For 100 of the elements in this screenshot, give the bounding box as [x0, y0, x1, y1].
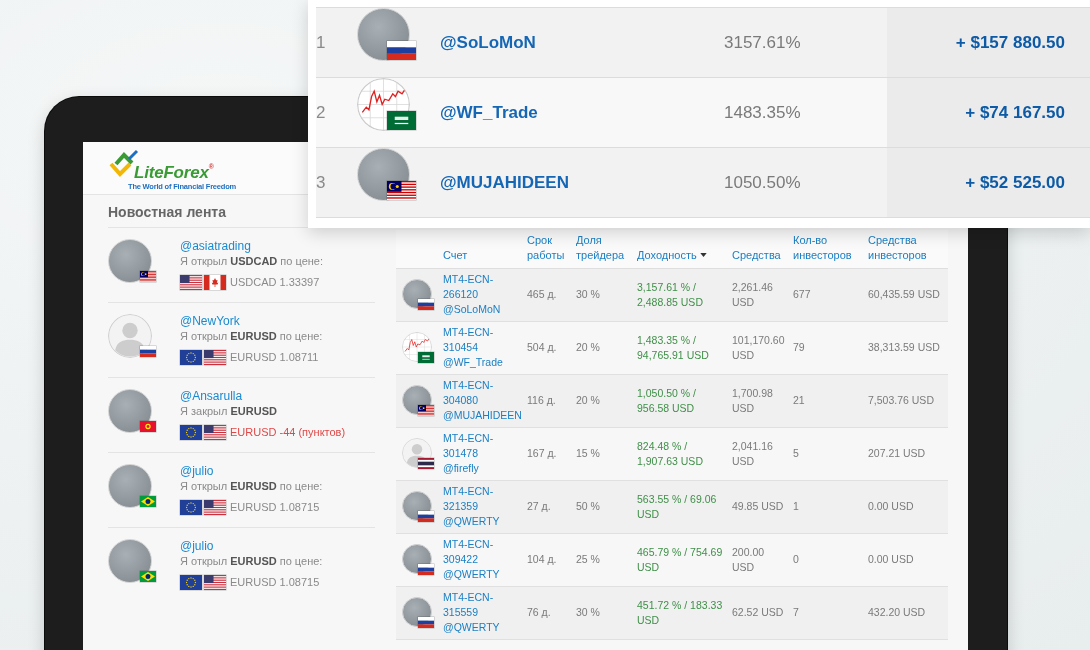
table-cell: 167 д.	[522, 427, 571, 480]
us-flag-icon	[180, 275, 202, 290]
username-link[interactable]: @MUJAHIDEEN	[440, 172, 569, 193]
russian-flag-icon	[418, 617, 434, 628]
avatar-placeholder	[108, 389, 152, 433]
table-cell: 465.79 % / 754.69 USD	[632, 533, 727, 586]
column-header[interactable]: Средства	[732, 247, 781, 263]
trade-action-text: Я открыл USDCAD по цене:	[180, 254, 324, 269]
username-link[interactable]: @julio	[180, 464, 214, 479]
avatar-placeholder	[108, 539, 152, 583]
column-header[interactable]: Доходность	[637, 247, 707, 263]
trade-result-text: EURUSD 1.08711	[230, 350, 319, 365]
table-cell: 0.00 USD	[863, 480, 948, 533]
account-link[interactable]: MT4-ECN-301478	[443, 431, 513, 461]
rank-number: 3	[316, 172, 326, 193]
table-cell: 7,503.76 USD	[863, 374, 948, 427]
username-link[interactable]: @firefly	[443, 461, 479, 476]
username-link[interactable]: @julio	[180, 539, 214, 554]
column-header[interactable]: Счет	[443, 247, 468, 263]
column-header[interactable]: Доля трейдера	[576, 232, 632, 263]
column-header[interactable]: Средства инвесторов	[868, 232, 948, 263]
table-cell: 30 %	[571, 586, 632, 639]
saudi-flag-icon	[387, 111, 416, 130]
account-link[interactable]: MT4-ECN-266120	[443, 272, 513, 302]
brazilian-flag-icon	[140, 496, 156, 507]
table-cell: 0.00 USD	[863, 533, 948, 586]
us-flag-icon	[204, 425, 226, 440]
saudi-flag-icon	[418, 352, 434, 363]
table-cell: 824.48 % / 1,907.63 USD	[632, 427, 727, 480]
table-cell: 20 %	[571, 321, 632, 374]
username-link[interactable]: @MUJAHIDEEN	[443, 408, 522, 423]
username-link[interactable]: @QWERTY	[443, 620, 500, 635]
trade-result-text: USDCAD 1.33397	[230, 275, 320, 290]
account-link[interactable]: MT4-ECN-321359	[443, 484, 513, 514]
table-cell: 451.72 % / 183.33 USD	[632, 586, 727, 639]
username-link[interactable]: @SoLoMoN	[443, 302, 501, 317]
username-link[interactable]: @WF_Trade	[443, 355, 503, 370]
table-cell: 15 %	[571, 427, 632, 480]
account-link[interactable]: MT4-ECN-309422	[443, 537, 513, 567]
return-percent: 1483.35%	[724, 102, 801, 123]
table-cell: 20 %	[571, 374, 632, 427]
malaysian-flag-icon	[387, 181, 416, 200]
profit-cell: + $157 880.50	[887, 8, 1090, 77]
table-cell: 49.85 USD	[727, 480, 788, 533]
table-cell: 2,261.46 USD	[727, 268, 788, 321]
table-cell: 62.52 USD	[727, 586, 788, 639]
trade-action-text: Я открыл EURUSD по цене:	[180, 329, 323, 344]
table-cell: 76 д.	[522, 586, 571, 639]
table-cell: 38,313.59 USD	[863, 321, 948, 374]
malaysian-flag-icon	[140, 271, 156, 282]
russian-flag-icon	[387, 41, 416, 60]
account-link[interactable]: MT4-ECN-304080	[443, 378, 513, 408]
sort-caret-icon	[699, 252, 707, 257]
table-cell: 677	[788, 268, 863, 321]
thai-flag-icon	[418, 458, 434, 469]
trade-result-text: EURUSD 1.08715	[230, 500, 320, 515]
russian-flag-icon	[418, 511, 434, 522]
profit-cell: + $52 525.00	[887, 148, 1090, 217]
username-link[interactable]: @Ansarulla	[180, 389, 243, 404]
column-header[interactable]: Срок работы	[527, 232, 571, 263]
account-link[interactable]: MT4-ECN-315559	[443, 590, 513, 620]
table-cell: 3,157.61 % / 2,488.85 USD	[632, 268, 727, 321]
table-cell: 200.00 USD	[727, 533, 788, 586]
account-link[interactable]: MT4-ECN-310454	[443, 325, 513, 355]
russian-flag-icon	[418, 564, 434, 575]
russian-flag-icon	[418, 299, 434, 310]
malaysian-flag-icon	[418, 405, 434, 416]
table-cell: 25 %	[571, 533, 632, 586]
table-cell: 1,050.50 % / 956.58 USD	[632, 374, 727, 427]
table-cell: 27 д.	[522, 480, 571, 533]
avatar-placeholder	[108, 239, 152, 283]
rank-number: 1	[316, 32, 326, 53]
eu-flag-icon	[180, 425, 202, 440]
table-cell: 504 д.	[522, 321, 571, 374]
news-feed-title: Новостная лента	[108, 203, 226, 221]
logo-wordmark: LiteForex$^{®}$	[134, 162, 215, 182]
trade-action-text: Я закрыл EURUSD	[180, 404, 278, 419]
trade-result-text: EURUSD 1.08715	[230, 575, 320, 590]
username-link[interactable]: @QWERTY	[443, 567, 500, 582]
username-link[interactable]: @SoLoMoN	[440, 32, 536, 53]
table-cell: 21	[788, 374, 863, 427]
table-cell: 79	[788, 321, 863, 374]
table-cell: 563.55 % / 69.06 USD	[632, 480, 727, 533]
rank-number: 2	[316, 102, 326, 123]
table-cell: 2,041.16 USD	[727, 427, 788, 480]
table-cell: 0	[788, 533, 863, 586]
username-link[interactable]: @QWERTY	[443, 514, 500, 529]
table-cell: 1,483.35 % / 94,765.91 USD	[632, 321, 727, 374]
profit-cell: + $74 167.50	[887, 78, 1090, 147]
table-cell: 104 д.	[522, 533, 571, 586]
column-header[interactable]: Кол-во инвесторов	[793, 232, 863, 263]
username-link[interactable]: @WF_Trade	[440, 102, 538, 123]
username-link[interactable]: @NewYork	[180, 314, 240, 329]
us-flag-icon	[204, 350, 226, 365]
eu-flag-icon	[180, 500, 202, 515]
username-link[interactable]: @asiatrading	[180, 239, 251, 254]
table-cell: 50 %	[571, 480, 632, 533]
trade-action-text: Я открыл EURUSD по цене:	[180, 554, 323, 569]
table-cell: 207.21 USD	[863, 427, 948, 480]
table-cell: 101,170.60 USD	[727, 321, 788, 374]
